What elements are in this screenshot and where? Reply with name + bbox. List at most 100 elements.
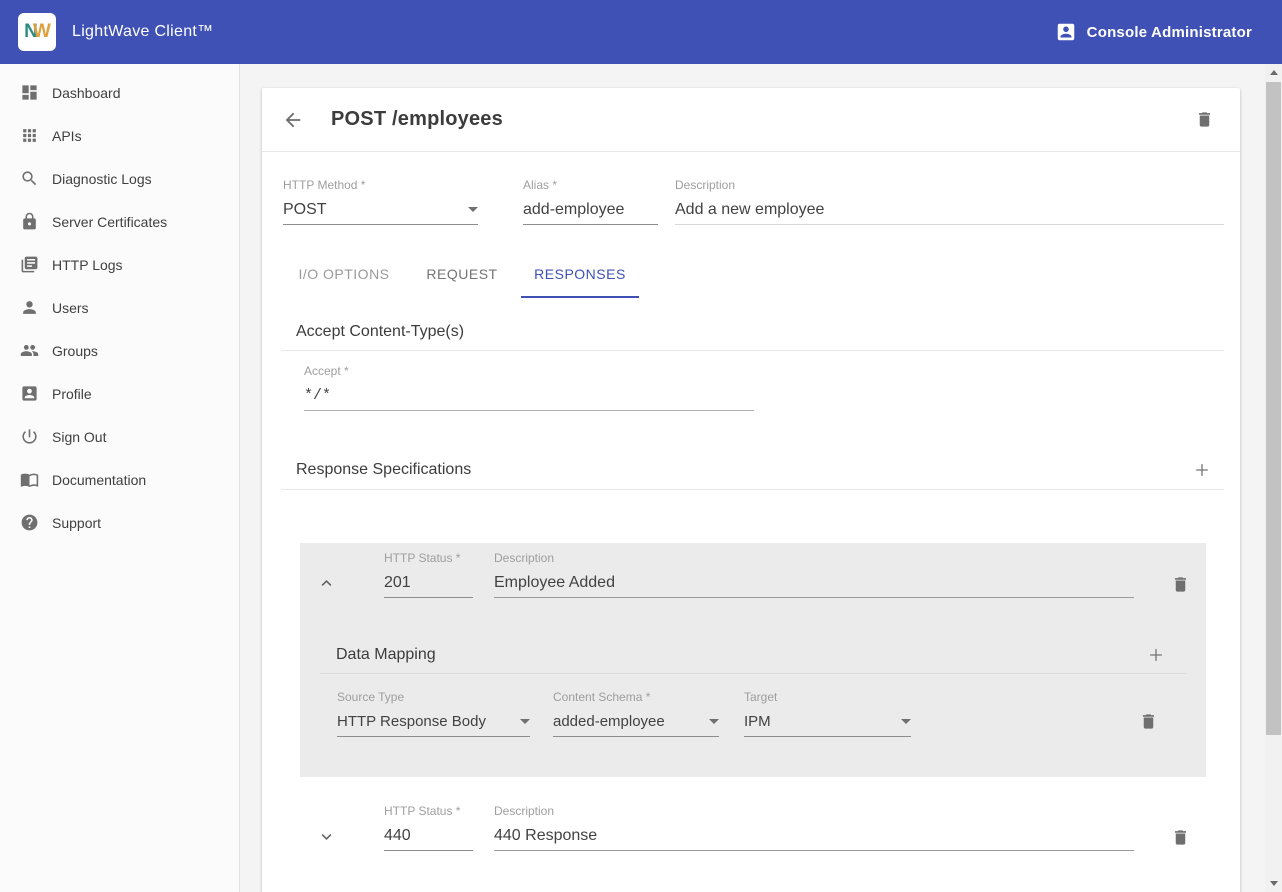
http-method-select[interactable]: HTTP Method * POST — [283, 178, 478, 225]
endpoint-tabs: I/O OPTIONS REQUEST RESPONSES — [285, 252, 1224, 298]
section-divider — [281, 489, 1224, 490]
triangle-down-icon — [468, 207, 478, 212]
sidebar-item-server-certificates[interactable]: Server Certificates — [0, 200, 239, 243]
search-icon — [20, 169, 39, 188]
sidebar-item-dashboard[interactable]: Dashboard — [0, 71, 239, 114]
add-response-button[interactable] — [1192, 460, 1212, 480]
description-value: Add a new employee — [675, 201, 824, 219]
response-row: HTTP Status * 201 Description Employee A… — [300, 543, 1206, 598]
delete-data-mapping-button[interactable] — [1139, 712, 1158, 731]
app-bar: NW LightWave Client™ Console Administrat… — [0, 0, 1282, 64]
endpoint-card-header: POST /employees — [262, 88, 1240, 152]
http-status-label: HTTP Status * — [384, 804, 473, 821]
http-status-field[interactable]: HTTP Status * 201 — [384, 551, 473, 598]
http-status-value: 201 — [384, 574, 411, 592]
open-book-icon — [20, 470, 39, 489]
data-mapping-row: Source Type HTTP Response Body Content S… — [300, 674, 1206, 737]
sidebar-item-groups[interactable]: Groups — [0, 329, 239, 372]
triangle-down-icon — [709, 719, 719, 724]
content-schema-select[interactable]: Content Schema * added-employee — [553, 690, 719, 737]
help-circle-icon — [20, 513, 39, 532]
accept-value: */* — [304, 387, 331, 404]
http-status-value: 440 — [384, 827, 411, 845]
content-schema-value: added-employee — [553, 713, 665, 730]
sidebar-item-label: Documentation — [52, 472, 146, 488]
response-description-value: 440 Response — [494, 827, 597, 845]
target-label: Target — [744, 690, 911, 707]
sidebar-item-sign-out[interactable]: Sign Out — [0, 415, 239, 458]
chevron-down-icon[interactable] — [317, 827, 336, 846]
tab-request[interactable]: REQUEST — [403, 252, 521, 298]
sidebar-item-label: Support — [52, 515, 101, 531]
accept-section-title: Accept Content-Type(s) — [296, 323, 464, 341]
response-description-value: Employee Added — [494, 574, 615, 592]
main-content: POST /employees HTTP Method * POST Alias… — [240, 64, 1265, 892]
account-box-icon — [20, 384, 39, 403]
response-row: HTTP Status * 440 Description 440 Respon… — [300, 796, 1206, 851]
content-schema-label: Content Schema * — [553, 690, 719, 707]
delete-endpoint-button[interactable] — [1195, 110, 1214, 129]
triangle-down-icon — [901, 719, 911, 724]
sidebar-item-documentation[interactable]: Documentation — [0, 458, 239, 501]
accept-section-header: Accept Content-Type(s) — [296, 323, 1224, 341]
scrollbar-down-button[interactable] — [1265, 875, 1282, 892]
response-section-title: Response Specifications — [296, 461, 471, 479]
response-card-440: HTTP Status * 440 Description 440 Respon… — [300, 796, 1206, 851]
add-data-mapping-button[interactable] — [1146, 645, 1166, 665]
power-icon — [20, 427, 39, 446]
app-title: LightWave Client™ — [72, 23, 213, 41]
endpoint-form-row: HTTP Method * POST Alias * add-employee … — [283, 178, 1224, 225]
section-divider — [281, 350, 1224, 351]
page-title: POST /employees — [331, 108, 503, 131]
sidebar-item-label: Users — [52, 300, 89, 316]
sidebar-item-label: Sign Out — [52, 429, 106, 445]
scrollbar-thumb[interactable] — [1266, 82, 1281, 735]
data-mapping-header: Data Mapping — [336, 645, 1166, 665]
http-method-label: HTTP Method * — [283, 178, 478, 195]
user-menu[interactable]: Console Administrator — [1055, 21, 1252, 43]
http-status-field[interactable]: HTTP Status * 440 — [384, 804, 473, 851]
response-description-field[interactable]: Description Employee Added — [494, 551, 1134, 598]
delete-response-button[interactable] — [1171, 575, 1190, 594]
source-type-select[interactable]: Source Type HTTP Response Body — [337, 690, 530, 737]
vertical-scrollbar[interactable] — [1265, 64, 1282, 892]
sidebar: Dashboard APIs Diagnostic Logs Server Ce… — [0, 64, 240, 892]
tab-io-options[interactable]: I/O OPTIONS — [285, 252, 403, 298]
delete-response-button[interactable] — [1171, 828, 1190, 847]
sidebar-item-http-logs[interactable]: HTTP Logs — [0, 243, 239, 286]
accept-label: Accept * — [304, 364, 754, 381]
source-type-value: HTTP Response Body — [337, 713, 486, 730]
scrollbar-up-button[interactable] — [1265, 64, 1282, 81]
people-icon — [20, 341, 39, 360]
sidebar-item-profile[interactable]: Profile — [0, 372, 239, 415]
sidebar-item-label: Dashboard — [52, 85, 121, 101]
description-field[interactable]: Description Add a new employee — [675, 178, 1224, 225]
response-description-field[interactable]: Description 440 Response — [494, 804, 1134, 851]
sidebar-item-label: Diagnostic Logs — [52, 171, 152, 187]
sidebar-item-apis[interactable]: APIs — [0, 114, 239, 157]
alias-field[interactable]: Alias * add-employee — [523, 178, 658, 225]
tab-responses[interactable]: RESPONSES — [521, 252, 639, 298]
data-mapping-title: Data Mapping — [336, 646, 436, 664]
sidebar-item-diagnostic-logs[interactable]: Diagnostic Logs — [0, 157, 239, 200]
chevron-up-icon[interactable] — [317, 574, 336, 593]
http-status-label: HTTP Status * — [384, 551, 473, 568]
sidebar-item-label: APIs — [52, 128, 82, 144]
response-section-header: Response Specifications — [296, 460, 1224, 480]
user-name: Console Administrator — [1087, 24, 1252, 41]
endpoint-card: POST /employees HTTP Method * POST Alias… — [262, 88, 1240, 892]
alias-value: add-employee — [523, 201, 624, 219]
description-label: Description — [675, 178, 1224, 195]
target-select[interactable]: Target IPM — [744, 690, 911, 737]
sidebar-item-label: Groups — [52, 343, 98, 359]
accept-field[interactable]: Accept * */* — [304, 364, 754, 411]
back-button[interactable] — [282, 109, 304, 131]
response-description-label: Description — [494, 551, 1134, 568]
http-method-value: POST — [283, 201, 327, 219]
dashboard-icon — [20, 83, 39, 102]
source-type-label: Source Type — [337, 690, 530, 707]
lock-icon — [20, 212, 39, 231]
person-icon — [20, 298, 39, 317]
sidebar-item-users[interactable]: Users — [0, 286, 239, 329]
sidebar-item-support[interactable]: Support — [0, 501, 239, 544]
